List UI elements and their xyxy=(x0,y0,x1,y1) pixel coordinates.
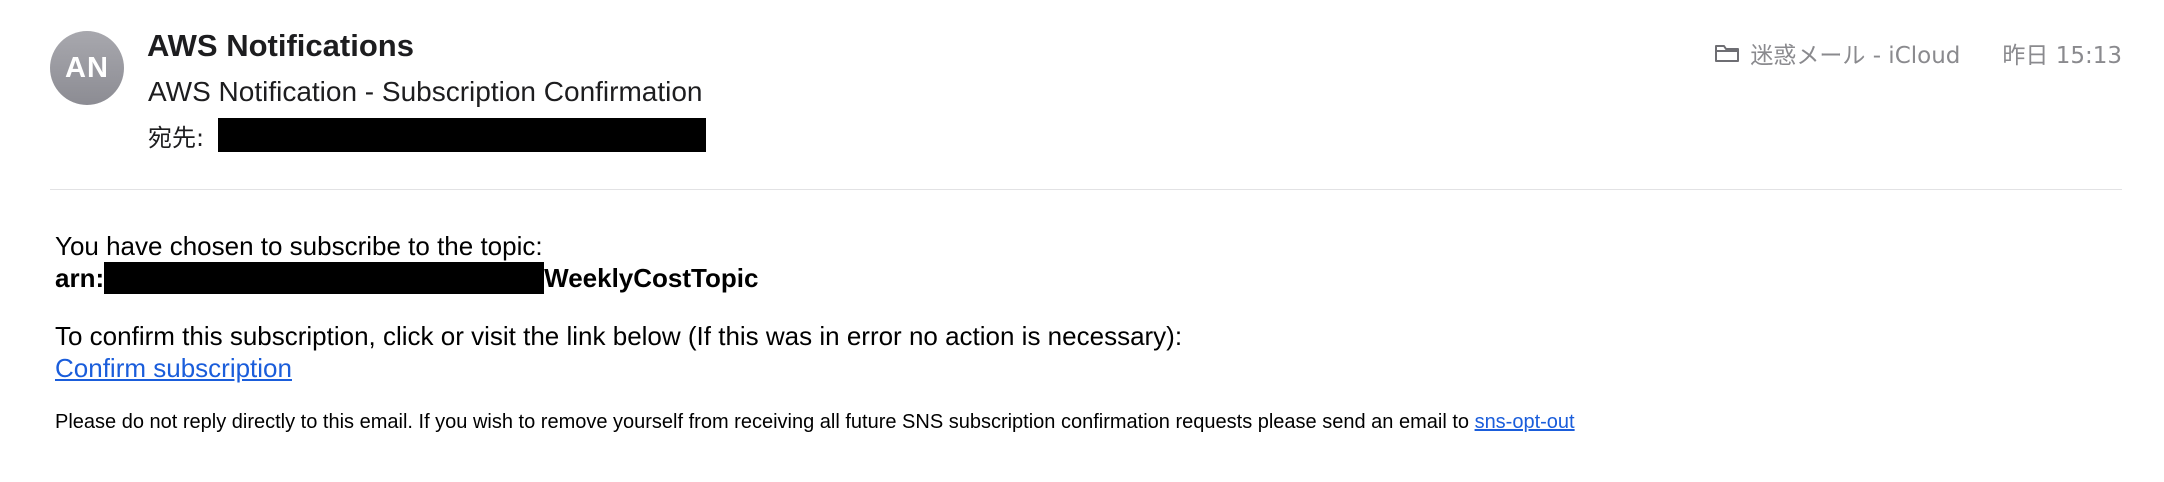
intro-text: You have chosen to subscribe to the topi… xyxy=(55,231,543,261)
opt-out-link[interactable]: sns-opt-out xyxy=(1475,411,1575,433)
folder-icon xyxy=(1714,42,1740,64)
header-divider xyxy=(50,189,2122,190)
avatar: AN xyxy=(50,31,124,105)
footer-notice: Please do not reply directly to this ema… xyxy=(55,409,1575,435)
sender-name[interactable]: AWS Notifications xyxy=(147,28,414,64)
email-subject: AWS Notification - Subscription Confirma… xyxy=(148,76,703,107)
confirm-block: To confirm this subscription, click or v… xyxy=(55,320,1575,384)
email-body: You have chosen to subscribe to the topi… xyxy=(55,230,1575,435)
avatar-initials: AN xyxy=(65,51,109,84)
recipient-row: 宛先: xyxy=(148,118,707,152)
message-meta: 迷惑メール - iCloud 昨日 15:13 xyxy=(1714,36,2122,70)
arn-redacted xyxy=(104,262,545,294)
mailbox-label[interactable]: 迷惑メール - iCloud xyxy=(1750,36,1960,70)
arn-topic-name: WeeklyCostTopic xyxy=(544,263,759,293)
recipient-label: 宛先: xyxy=(148,123,205,152)
topic-arn: arn: WeeklyCostTopic xyxy=(55,262,1575,294)
recipient-redacted xyxy=(218,118,707,152)
arn-prefix: arn: xyxy=(55,263,105,293)
message-date: 昨日 15:13 xyxy=(2002,43,2122,69)
confirm-instructions: To confirm this subscription, click or v… xyxy=(55,321,1183,351)
confirm-subscription-link[interactable]: Confirm subscription xyxy=(55,353,292,383)
footer-text: Please do not reply directly to this ema… xyxy=(55,411,1475,433)
